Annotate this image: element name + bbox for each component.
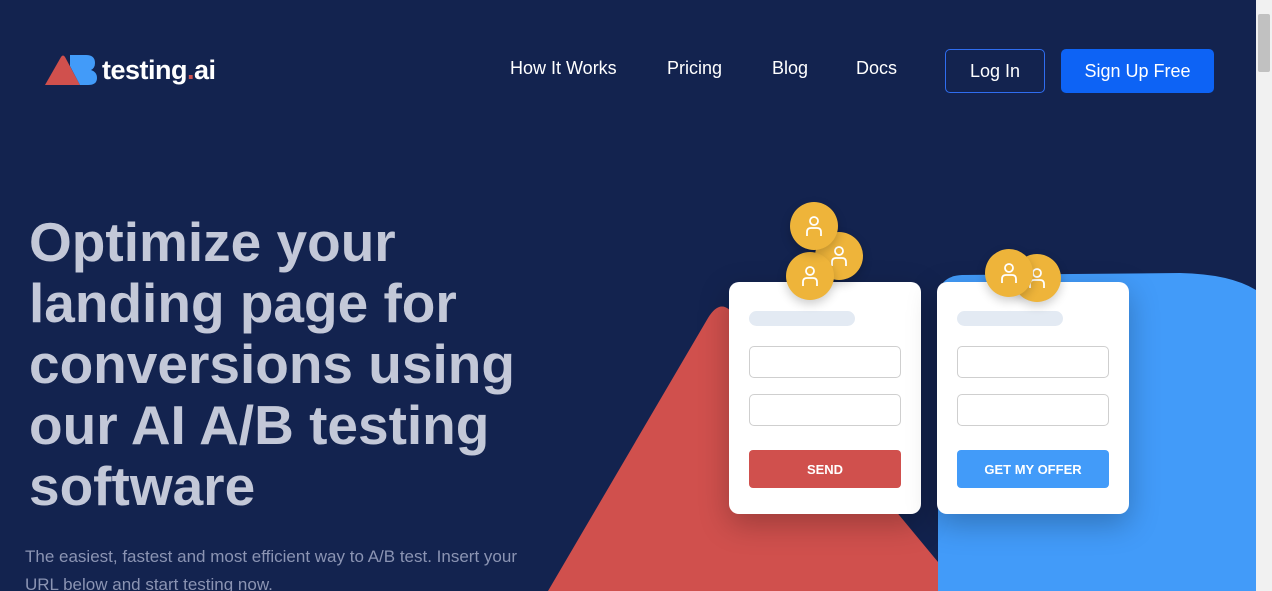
user-avatar-icon bbox=[790, 202, 838, 250]
logo-suffix: ai bbox=[194, 54, 216, 85]
signup-button[interactable]: Sign Up Free bbox=[1061, 49, 1214, 93]
logo[interactable]: testing.ai bbox=[44, 54, 216, 86]
scrollbar[interactable] bbox=[1256, 0, 1272, 591]
nav-docs[interactable]: Docs bbox=[856, 58, 897, 79]
form-input bbox=[957, 346, 1109, 378]
ab-logo-icon bbox=[45, 55, 97, 85]
hero-title: Optimize your landing page for conversio… bbox=[29, 211, 515, 517]
form-input bbox=[749, 346, 901, 378]
get-my-offer-button: GET MY OFFER bbox=[957, 450, 1109, 488]
form-input bbox=[749, 394, 901, 426]
variant-b-card: GET MY OFFER bbox=[937, 282, 1129, 514]
scrollbar-thumb[interactable] bbox=[1258, 14, 1270, 72]
placeholder-bar bbox=[749, 311, 855, 326]
variant-a-card: SEND bbox=[729, 282, 921, 514]
login-button[interactable]: Log In bbox=[945, 49, 1045, 93]
logo-text: testing bbox=[102, 54, 188, 85]
placeholder-bar bbox=[957, 311, 1063, 326]
form-input bbox=[957, 394, 1109, 426]
page: testing.ai How It Works Pricing Blog Doc… bbox=[0, 0, 1256, 591]
send-button: SEND bbox=[749, 450, 901, 488]
hero-subtitle: The easiest, fastest and most efficient … bbox=[25, 547, 517, 591]
nav-pricing[interactable]: Pricing bbox=[667, 58, 722, 79]
user-avatar-icon bbox=[985, 249, 1033, 297]
logo-dot: . bbox=[187, 54, 195, 85]
nav-blog[interactable]: Blog bbox=[772, 58, 808, 79]
nav-how-it-works[interactable]: How It Works bbox=[510, 58, 617, 79]
user-avatar-icon bbox=[786, 252, 834, 300]
